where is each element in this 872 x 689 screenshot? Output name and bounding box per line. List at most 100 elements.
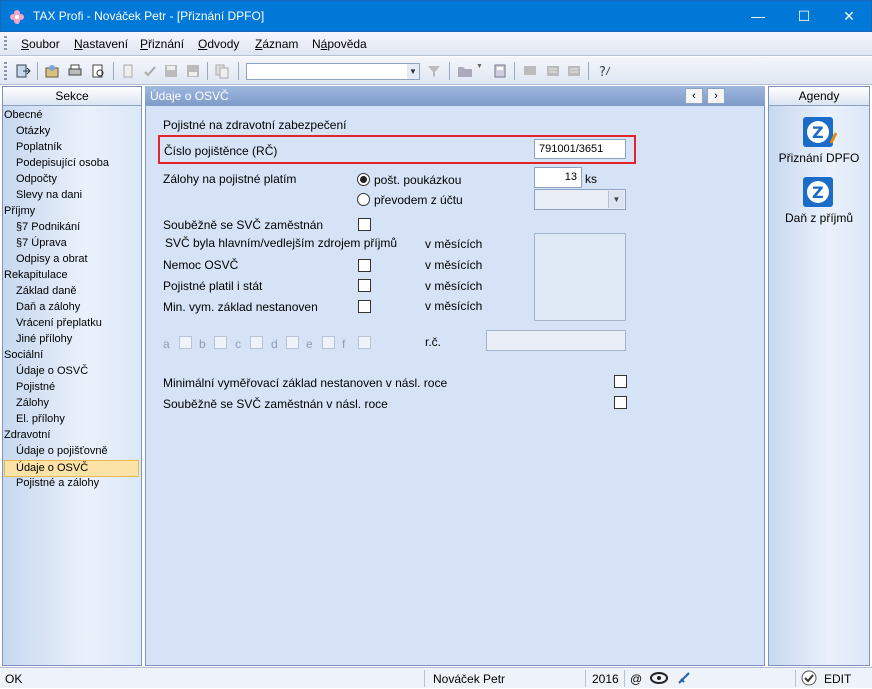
letter-d-checkbox[interactable] bbox=[286, 336, 299, 349]
sidebar-item-9[interactable]: Odpisy a obrat bbox=[16, 252, 88, 267]
toolbar-separator bbox=[37, 62, 38, 80]
advances-label: Zálohy na pojistné platím bbox=[163, 172, 297, 186]
sidebar-item-1[interactable]: Otázky bbox=[16, 124, 50, 139]
sidebar-item-10[interactable]: Rekapitulace bbox=[4, 268, 68, 283]
sidebar-item-16[interactable]: Údaje o OSVČ bbox=[16, 364, 88, 379]
sidebar-item-5[interactable]: Slevy na dani bbox=[16, 188, 82, 203]
open-icon[interactable] bbox=[44, 63, 60, 79]
next-concurrent-checkbox[interactable] bbox=[614, 396, 627, 409]
folder-dropdown-icon[interactable]: ▼ bbox=[476, 63, 484, 79]
concurrent-checkbox[interactable] bbox=[358, 218, 371, 231]
chevron-down-icon[interactable]: ▼ bbox=[407, 64, 419, 79]
insurance-number-field[interactable]: 791001/3651 bbox=[534, 139, 626, 159]
sidebar-item-15[interactable]: Sociální bbox=[4, 348, 43, 363]
radio-postal[interactable] bbox=[357, 173, 370, 186]
letter-d: d bbox=[271, 337, 278, 351]
menu-nastaveni[interactable]: Nastavení bbox=[74, 37, 128, 51]
status-separator bbox=[585, 670, 586, 687]
letter-f-checkbox[interactable] bbox=[358, 336, 371, 349]
menu-zaznam[interactable]: Záznam bbox=[255, 37, 298, 51]
svg-text:Z: Z bbox=[812, 183, 824, 202]
save-all-icon[interactable] bbox=[185, 63, 201, 79]
status-at: @ bbox=[630, 672, 643, 686]
next-button[interactable]: › bbox=[707, 88, 725, 104]
ks-value: 13 bbox=[564, 171, 577, 183]
sidebar-item-2[interactable]: Poplatník bbox=[16, 140, 62, 155]
toolbar-separator bbox=[238, 62, 239, 80]
status-separator bbox=[624, 670, 625, 687]
menu-priznani[interactable]: Přiznání bbox=[140, 37, 184, 51]
filter-icon[interactable] bbox=[426, 63, 442, 79]
sidebar-item-23[interactable]: Pojistné a zálohy bbox=[16, 476, 99, 491]
app-flower-icon bbox=[9, 9, 25, 25]
next-min-base-checkbox[interactable] bbox=[614, 375, 627, 388]
toolbar-separator bbox=[113, 62, 114, 80]
status-separator bbox=[795, 670, 796, 687]
ks-field[interactable]: 13 bbox=[534, 167, 582, 188]
sidebar-item-17[interactable]: Pojistné bbox=[16, 380, 55, 395]
rc-field[interactable] bbox=[486, 330, 626, 351]
form-icon[interactable] bbox=[566, 63, 582, 79]
list-icon[interactable] bbox=[545, 63, 561, 79]
maximize-button[interactable]: ☐ bbox=[781, 1, 827, 32]
exit-icon[interactable] bbox=[15, 63, 31, 79]
toolbar-combo[interactable]: ▼ bbox=[246, 63, 420, 80]
state-payer-checkbox[interactable] bbox=[358, 279, 371, 292]
letter-c: c bbox=[235, 337, 241, 351]
sidebar-item-8[interactable]: §7 Úprava bbox=[16, 236, 67, 251]
agenda-priznani-dpfo[interactable]: Z Přiznání DPFO bbox=[769, 115, 869, 165]
account-select[interactable]: ▼ bbox=[534, 189, 626, 210]
copy-icon[interactable] bbox=[214, 63, 230, 79]
sidebar-item-6[interactable]: Příjmy bbox=[4, 204, 35, 219]
min-base-checkbox[interactable] bbox=[358, 300, 371, 313]
toolbar-grip bbox=[4, 62, 7, 80]
letter-e-checkbox[interactable] bbox=[322, 336, 335, 349]
save-icon[interactable] bbox=[163, 63, 179, 79]
account-select-dropdown-icon[interactable]: ▼ bbox=[608, 191, 624, 208]
sidebar-item-3[interactable]: Podepisující osoba bbox=[16, 156, 109, 171]
menu-napoveda[interactable]: Nápověda bbox=[312, 37, 367, 51]
radio-postal-label: pošt. poukázkou bbox=[374, 173, 462, 187]
prev-button[interactable]: ‹ bbox=[685, 88, 703, 104]
sidebar-item-12[interactable]: Daň a zálohy bbox=[16, 300, 80, 315]
sidebar-item-14[interactable]: Jiné přílohy bbox=[16, 332, 72, 347]
ks-label: ks bbox=[585, 172, 597, 186]
in-months-label-4: v měsících bbox=[425, 299, 483, 313]
sections-title: Sekce bbox=[3, 87, 141, 106]
print-preview-icon[interactable] bbox=[90, 63, 106, 79]
letter-c-checkbox[interactable] bbox=[250, 336, 263, 349]
print-icon[interactable] bbox=[67, 63, 83, 79]
illness-checkbox[interactable] bbox=[358, 259, 371, 272]
help-icon[interactable]: ? bbox=[596, 63, 612, 80]
in-months-label-1: v měsících bbox=[425, 237, 483, 251]
calculator-icon[interactable] bbox=[492, 63, 508, 79]
close-button[interactable]: ✕ bbox=[826, 1, 872, 32]
sidebar-item-19[interactable]: El. přílohy bbox=[16, 412, 65, 427]
income-tax-icon: Z bbox=[803, 177, 833, 207]
sidebar-item-22[interactable]: Údaje o OSVČ bbox=[4, 460, 139, 477]
letter-b-checkbox[interactable] bbox=[214, 336, 227, 349]
new-icon[interactable] bbox=[120, 63, 136, 79]
message-icon[interactable] bbox=[522, 63, 538, 79]
folder-icon[interactable] bbox=[457, 63, 473, 79]
sidebar-item-4[interactable]: Odpočty bbox=[16, 172, 57, 187]
svc-main-label: SVČ byla hlavním/vedlejším zdrojem příjm… bbox=[165, 236, 398, 250]
menu-soubor[interactable]: Soubor bbox=[21, 37, 60, 51]
sidebar-item-11[interactable]: Základ daně bbox=[16, 284, 77, 299]
sidebar-item-0[interactable]: Obecné bbox=[4, 108, 43, 123]
sidebar-item-21[interactable]: Údaje o pojišťovně bbox=[16, 444, 108, 459]
illness-label: Nemoc OSVČ bbox=[163, 258, 239, 272]
months-list[interactable] bbox=[534, 233, 626, 321]
sidebar-item-13[interactable]: Vrácení přeplatku bbox=[16, 316, 102, 331]
minimize-button[interactable]: — bbox=[735, 1, 781, 32]
concurrent-label: Souběžně se SVČ zaměstnán bbox=[163, 218, 324, 232]
mail-icon bbox=[650, 671, 668, 688]
letter-a-checkbox[interactable] bbox=[179, 336, 192, 349]
sidebar-item-20[interactable]: Zdravotní bbox=[4, 428, 50, 443]
sidebar-item-7[interactable]: §7 Podnikání bbox=[16, 220, 80, 235]
sidebar-item-18[interactable]: Zálohy bbox=[16, 396, 49, 411]
radio-transfer[interactable] bbox=[357, 193, 370, 206]
agenda-dan-z-prijmu[interactable]: Z Daň z příjmů bbox=[769, 175, 869, 225]
menu-odvody[interactable]: Odvody bbox=[198, 37, 239, 51]
check-icon[interactable] bbox=[142, 63, 158, 79]
